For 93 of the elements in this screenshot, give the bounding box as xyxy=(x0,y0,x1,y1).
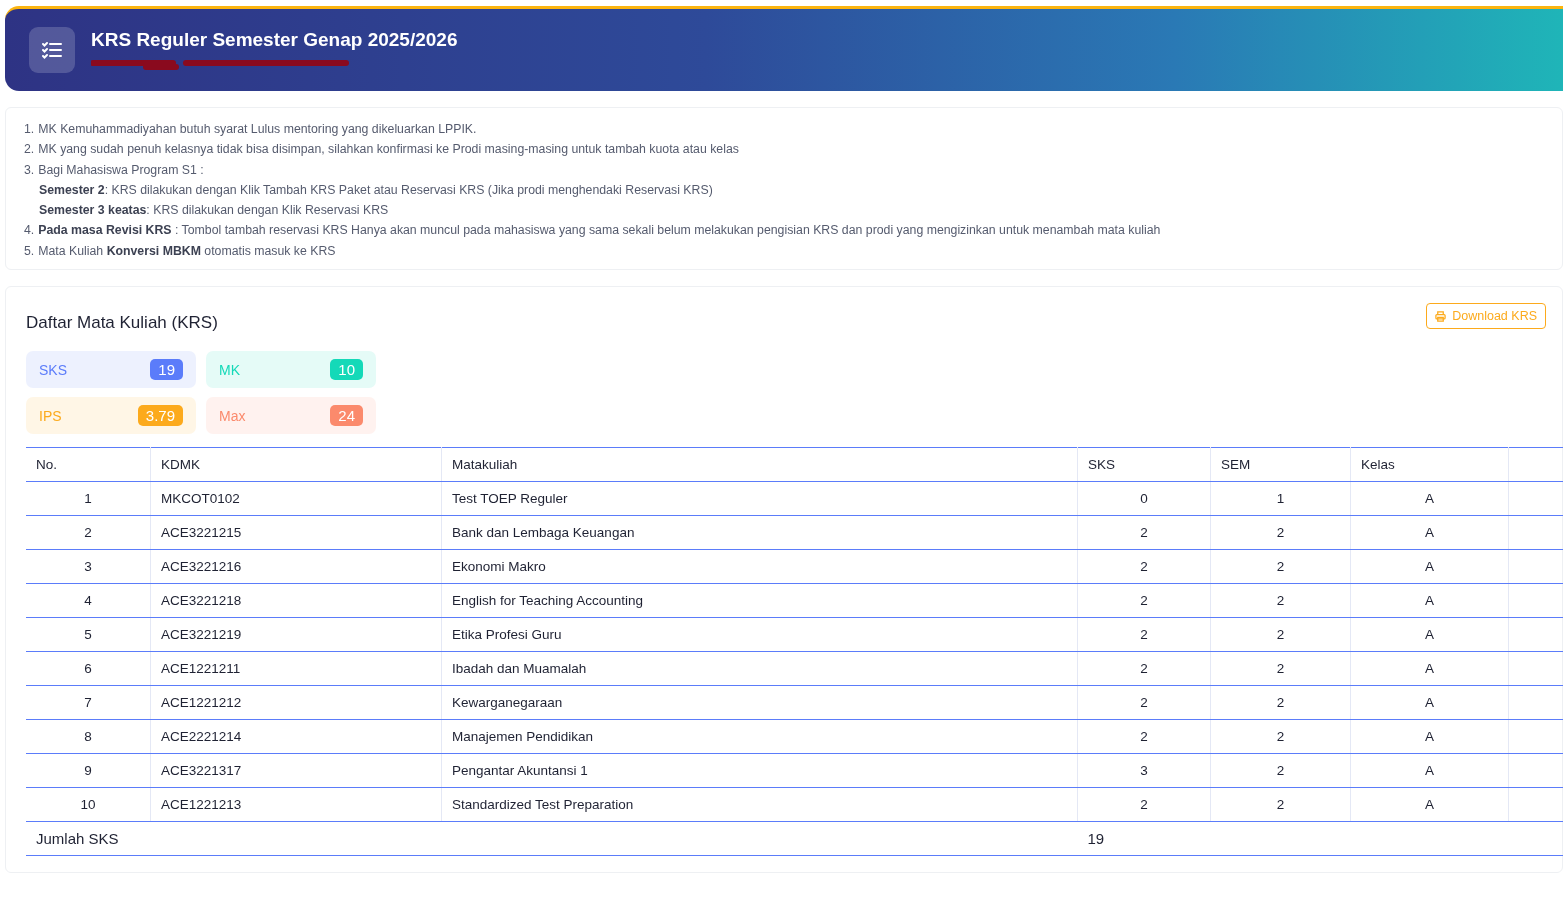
table-cell: 0 xyxy=(1077,481,1211,516)
note-number: 2. xyxy=(24,141,35,159)
table-cell: ACE3221215 xyxy=(150,515,442,550)
table-cell: A xyxy=(1350,753,1509,788)
column-header: Kelas xyxy=(1350,447,1509,482)
table-cell: 2 xyxy=(1077,515,1211,550)
table-cell: 2 xyxy=(1210,617,1351,652)
printer-icon xyxy=(1435,310,1447,322)
note-text: Pada masa Revisi KRS : Tombol tambah reservasi KRS Hanya akan muncul pada mahasiswa yang sama sekali belum melakukan pengisian KRS dan prodi yang mengizinkan untuk menambah mata kuliah xyxy=(38,222,1161,240)
table-cell: Ekonomi Makro xyxy=(441,549,1078,584)
table-cell: 5 xyxy=(26,617,151,652)
note-number: 4. xyxy=(24,222,35,240)
table-cell: Standardized Test Preparation xyxy=(441,787,1078,822)
table-cell: Test TOEP Reguler xyxy=(441,481,1078,516)
table-cell: A xyxy=(1350,617,1509,652)
table-cell: 2 xyxy=(1077,617,1211,652)
table-cell: A xyxy=(1350,481,1509,516)
table-cell: ACE3221216 xyxy=(150,549,442,584)
note-text: Mata Kuliah Konversi MBKM otomatis masuk ke KRS xyxy=(38,242,336,260)
table-cell: A xyxy=(1350,549,1509,584)
table-cell: 3 xyxy=(1077,753,1211,788)
stat-value: 3.79 xyxy=(137,405,183,427)
stat-value: 19 xyxy=(150,359,183,381)
table-cell: 2 xyxy=(1210,753,1351,788)
table-cell: 2 xyxy=(1077,583,1211,618)
table-cell: 2 xyxy=(1077,719,1211,754)
table-cell: 2 xyxy=(1077,651,1211,686)
checklist-icon xyxy=(29,27,75,73)
note-text: MK yang sudah penuh kelasnya tidak bisa disimpan, silahkan konfirmasi ke Prodi masing-masing untuk tambah kuota atau kelas xyxy=(38,141,739,159)
column-header: No. xyxy=(26,447,151,482)
table-cell: ACE1221212 xyxy=(150,685,442,720)
table-cell: A xyxy=(1350,719,1509,754)
table-cell: 3 xyxy=(26,549,151,584)
table-cell: 2 xyxy=(1210,515,1351,550)
table-cell: ACE1221213 xyxy=(150,787,442,822)
note-text: Bagi Mahasiswa Program S1 : xyxy=(38,161,204,179)
note-text: Semester 2: KRS dilakukan dengan Klik Tambah KRS Paket atau Reservasi KRS (Jika prodi menghendaki Reservasi KRS) xyxy=(38,181,714,199)
table-cell: Etika Profesi Guru xyxy=(441,617,1078,652)
table-cell: ACE3221317 xyxy=(150,753,442,788)
note-number: 5. xyxy=(24,242,35,260)
table-cell: ACE2221214 xyxy=(150,719,442,754)
stat-label: MK xyxy=(219,361,240,378)
column-header: SKS xyxy=(1077,447,1211,482)
stat-label: IPS xyxy=(39,407,62,424)
table-cell: A xyxy=(1350,787,1509,822)
table-cell: 2 xyxy=(1210,787,1351,822)
table-cell: A xyxy=(1350,515,1509,550)
column-header: Matakuliah xyxy=(441,447,1078,482)
table-cell: 9 xyxy=(26,753,151,788)
table-cell: 2 xyxy=(26,515,151,550)
table-cell: 8 xyxy=(26,719,151,754)
table-cell: 2 xyxy=(1077,685,1211,720)
table-cell: MKCOT0102 xyxy=(150,481,442,516)
table-cell: 2 xyxy=(1210,583,1351,618)
stat-value: 10 xyxy=(330,359,363,381)
table-cell: ACE3221218 xyxy=(150,583,442,618)
table-cell: 1 xyxy=(26,481,151,516)
table-cell: 2 xyxy=(1210,651,1351,686)
table-cell: A xyxy=(1350,685,1509,720)
note-number: 3. xyxy=(24,161,35,179)
table-cell: Manajemen Pendidikan xyxy=(441,719,1078,754)
stat-label: SKS xyxy=(39,361,67,378)
table-cell: 19 xyxy=(1077,821,1563,856)
stat-label: Max xyxy=(219,407,246,424)
page-title: KRS Reguler Semester Genap 2025/2026 xyxy=(91,29,458,51)
stat-value: 24 xyxy=(330,405,363,427)
table-cell: 2 xyxy=(1077,549,1211,584)
table-cell: 7 xyxy=(26,685,151,720)
table-cell: A xyxy=(1350,583,1509,618)
table-cell: Pengantar Akuntansi 1 xyxy=(441,753,1078,788)
table-cell: 1 xyxy=(1210,481,1351,516)
note-text: MK Kemuhammadiyahan butuh syarat Lulus mentoring yang dikeluarkan LPPIK. xyxy=(38,121,477,138)
section-title: Daftar Mata Kuliah (KRS) xyxy=(26,313,218,334)
note-number: 1. xyxy=(24,121,35,138)
table-cell: ACE3221219 xyxy=(150,617,442,652)
download-button[interactable]: Download KRS xyxy=(1426,303,1546,330)
note-text: Semester 3 keatas: KRS dilakukan dengan Klik Reservasi KRS xyxy=(38,202,390,220)
table-cell: 2 xyxy=(1077,787,1211,822)
table-cell: Bank dan Lembaga Keuangan xyxy=(441,515,1078,550)
table-cell: English for Teaching Accounting xyxy=(441,583,1078,618)
table-cell: 6 xyxy=(26,651,151,686)
table-cell: 2 xyxy=(1210,685,1351,720)
column-header: KDMK xyxy=(150,447,442,482)
table-cell: 2 xyxy=(1210,719,1351,754)
table-cell: 10 xyxy=(26,787,151,822)
table-cell: Jumlah SKS xyxy=(26,821,1078,856)
table-cell: Kewarganegaraan xyxy=(441,685,1078,720)
column-header: SEM xyxy=(1210,447,1351,482)
table-cell: ACE1221211 xyxy=(150,651,442,686)
table-cell: Ibadah dan Muamalah xyxy=(441,651,1078,686)
table-cell: A xyxy=(1350,651,1509,686)
table-cell: 2 xyxy=(1210,549,1351,584)
table-cell: 4 xyxy=(26,583,151,618)
